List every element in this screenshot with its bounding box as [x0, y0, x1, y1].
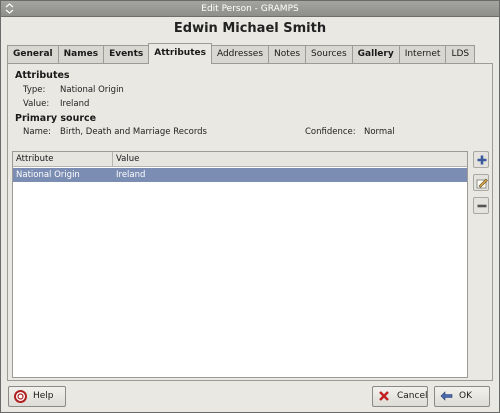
window-title: Edit Person - GRAMPS [201, 4, 299, 14]
ok-button[interactable]: OK [434, 386, 490, 407]
cancel-icon [379, 391, 389, 401]
ok-icon [440, 391, 453, 401]
cell-attribute: National Origin [16, 170, 80, 180]
tab-gallery[interactable]: Gallery [351, 45, 399, 64]
list-header: Attribute Value [13, 152, 467, 167]
help-button[interactable]: Help [8, 386, 66, 407]
help-icon [14, 390, 27, 403]
tab-lds[interactable]: LDS [445, 45, 476, 64]
column-header-value[interactable]: Value [113, 152, 467, 167]
remove-attribute-button[interactable] [473, 197, 489, 214]
tab-names[interactable]: Names [57, 45, 104, 64]
column-header-attribute[interactable]: Attribute [13, 152, 113, 167]
attributes-heading: Attributes [15, 70, 70, 81]
edit-person-window: Edit Person - GRAMPS Edwin Michael Smith… [0, 0, 500, 413]
value-label: Value: [23, 99, 50, 109]
cancel-label: Cancel [397, 391, 428, 401]
attribute-list[interactable]: Attribute Value National Origin Ireland [12, 151, 468, 378]
dialog-button-bar: Help Cancel OK [7, 385, 493, 407]
table-row[interactable]: National Origin Ireland [13, 168, 467, 182]
source-name-value: Birth, Death and Marriage Records [60, 127, 207, 137]
edit-attribute-button[interactable] [473, 174, 489, 191]
person-name-heading: Edwin Michael Smith [173, 21, 327, 36]
cell-value: Ireland [116, 170, 146, 180]
type-value: National Origin [60, 85, 124, 95]
confidence-value: Normal [364, 127, 395, 137]
tab-notes[interactable]: Notes [268, 45, 306, 64]
window-menu-icon[interactable] [4, 3, 15, 14]
tab-attributes[interactable]: Attributes [148, 43, 212, 64]
primary-source-heading: Primary source [15, 113, 97, 124]
value-value: Ireland [60, 99, 90, 109]
tab-events[interactable]: Events [103, 45, 149, 64]
tab-bar: General Names Events Attributes Addresse… [7, 43, 476, 64]
cancel-button[interactable]: Cancel [372, 386, 428, 407]
confidence-label: Confidence: [305, 127, 356, 137]
tab-internet[interactable]: Internet [398, 45, 446, 64]
title-bar[interactable]: Edit Person - GRAMPS [1, 1, 499, 17]
edit-icon [476, 178, 488, 189]
tab-addresses[interactable]: Addresses [211, 45, 269, 64]
help-label: Help [33, 391, 54, 401]
tab-sources[interactable]: Sources [305, 45, 352, 64]
tab-general[interactable]: General [7, 45, 58, 64]
add-attribute-button[interactable] [473, 151, 489, 168]
ok-label: OK [459, 391, 472, 401]
add-icon [477, 155, 487, 165]
type-label: Type: [23, 85, 46, 95]
source-name-label: Name: [23, 127, 51, 137]
remove-icon [477, 204, 487, 208]
attributes-page: Attributes Type: National Origin Value: … [7, 63, 493, 381]
